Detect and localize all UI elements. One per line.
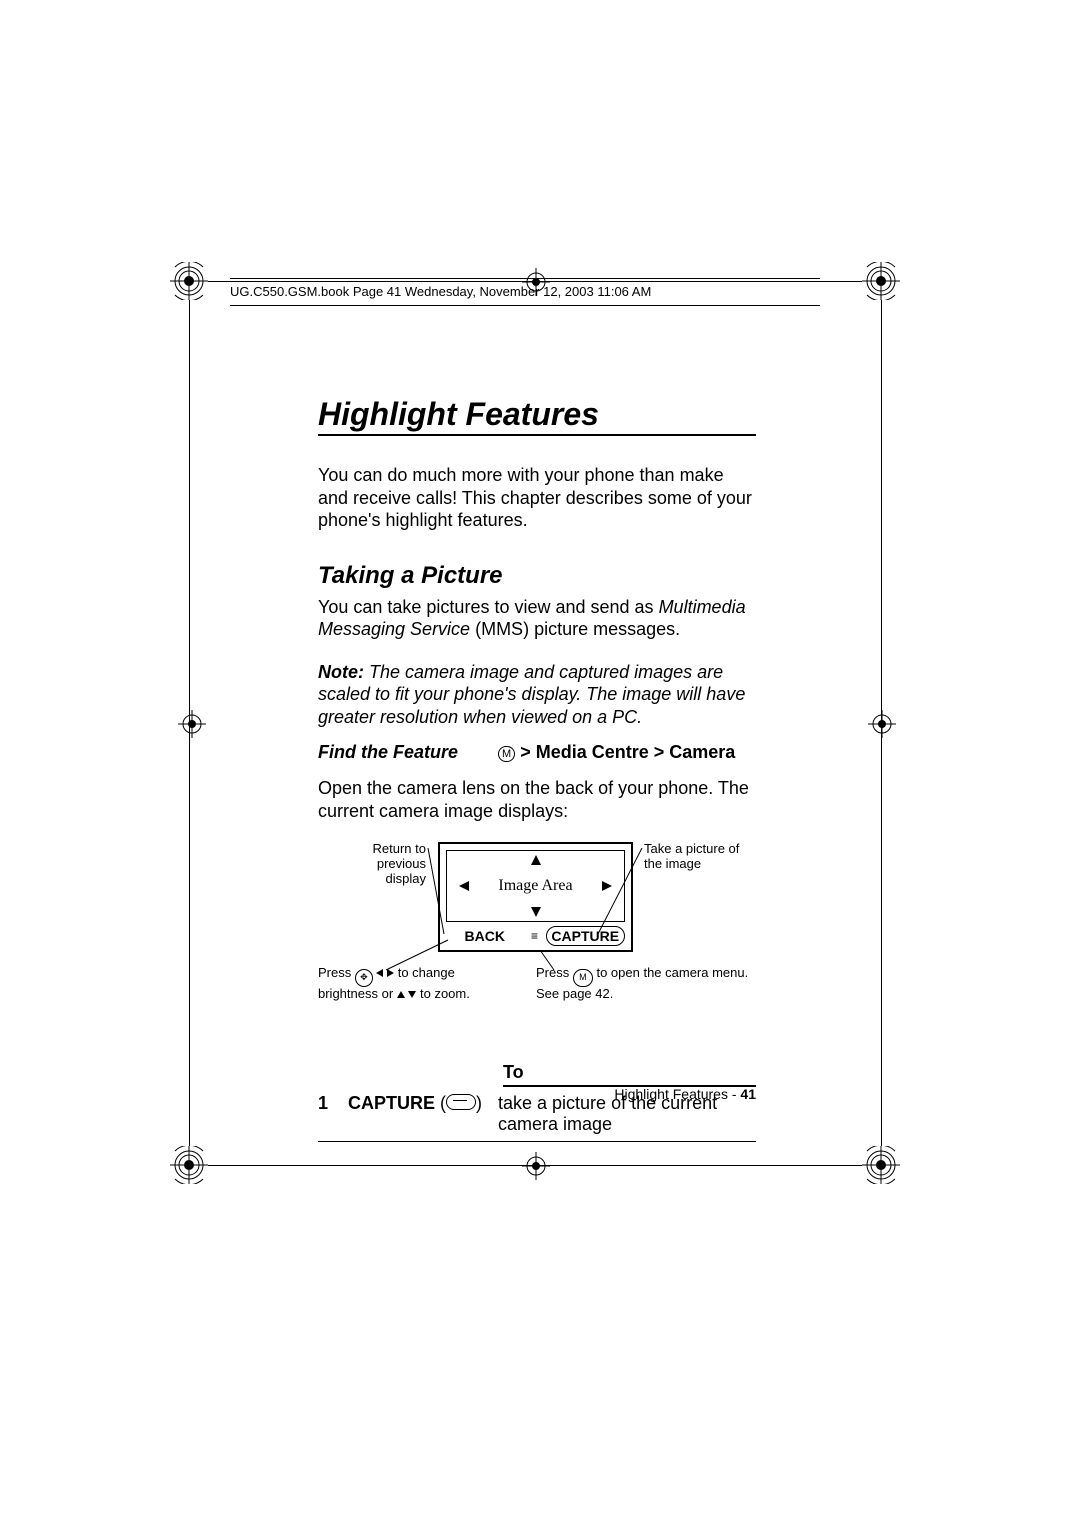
- crop-mark-icon: [170, 262, 208, 300]
- nav-key-icon: ✥: [355, 969, 373, 987]
- softkey-bar: BACK ≡ CAPTURE: [446, 926, 625, 946]
- arrow-down-icon: [531, 907, 541, 917]
- triangle-left-icon: [376, 969, 383, 977]
- callout-brightness-zoom: Press ✥ to change brightness or to zoom.: [318, 966, 508, 1002]
- triangle-right-icon: [387, 969, 394, 977]
- text: (MMS) picture messages.: [470, 619, 680, 639]
- callout-camera-menu: Press M to open the camera menu. See pag…: [536, 966, 756, 1002]
- crop-mark-icon: [862, 262, 900, 300]
- crop-line: [881, 300, 882, 1146]
- softkey-back: BACK: [446, 928, 524, 944]
- page-footer: Highlight Features - 41: [318, 1086, 756, 1102]
- text: Press: [536, 965, 573, 980]
- footer-text: Highlight Features -: [614, 1086, 740, 1102]
- text: Press: [318, 965, 355, 980]
- softkey-capture: CAPTURE: [546, 926, 626, 946]
- step-table-header: To: [503, 1062, 756, 1087]
- arrow-right-icon: [602, 881, 612, 891]
- paragraph: You can take pictures to view and send a…: [318, 596, 756, 641]
- triangle-up-icon: [397, 991, 405, 998]
- content-area: Highlight Features You can do much more …: [318, 396, 756, 1142]
- section-heading: Taking a Picture: [318, 562, 756, 590]
- find-feature-row: Find the Feature M > Media Centre > Came…: [318, 742, 756, 763]
- image-area-frame: Image Area: [446, 850, 625, 922]
- text: to zoom.: [416, 986, 469, 1001]
- image-area-label: Image Area: [498, 877, 572, 895]
- crop-mark-icon: [868, 710, 896, 738]
- crop-line: [208, 1165, 862, 1166]
- callout-return: Return to previous display: [364, 842, 426, 887]
- text: You can take pictures to view and send a…: [318, 597, 659, 617]
- paragraph: Open the camera lens on the back of your…: [318, 777, 756, 822]
- find-feature-path: M > Media Centre > Camera: [498, 742, 735, 763]
- menu-key-icon: M: [498, 746, 515, 762]
- intro-paragraph: You can do much more with your phone tha…: [318, 464, 756, 532]
- header-text: UG.C550.GSM.book Page 41 Wednesday, Nove…: [230, 284, 651, 299]
- note-label: Note:: [318, 662, 369, 682]
- page: UG.C550.GSM.book Page 41 Wednesday, Nove…: [0, 0, 1080, 1528]
- crop-mark-icon: [862, 1146, 900, 1184]
- page-header: UG.C550.GSM.book Page 41 Wednesday, Nove…: [230, 278, 820, 306]
- crop-mark-icon: [170, 1146, 208, 1184]
- phone-screen: Image Area BACK ≡ CAPTURE: [438, 842, 633, 952]
- arrow-left-icon: [459, 881, 469, 891]
- menu-path: > Media Centre > Camera: [520, 742, 735, 762]
- note-body: The camera image and captured images are…: [318, 662, 745, 727]
- callout-take-picture: Take a picture of the image: [644, 842, 744, 872]
- crop-mark-icon: [178, 710, 206, 738]
- page-title: Highlight Features: [318, 396, 756, 436]
- menu-key-icon: M: [573, 969, 593, 987]
- page-number: 41: [740, 1086, 756, 1102]
- menu-icon: ≡: [524, 929, 546, 943]
- camera-diagram: Image Area BACK ≡ CAPTURE Return to prev…: [318, 842, 756, 1032]
- crop-mark-icon: [522, 1152, 550, 1180]
- arrow-up-icon: [531, 855, 541, 865]
- find-feature-label: Find the Feature: [318, 742, 458, 763]
- crop-line: [189, 300, 190, 1146]
- note-paragraph: Note: The camera image and captured imag…: [318, 661, 756, 729]
